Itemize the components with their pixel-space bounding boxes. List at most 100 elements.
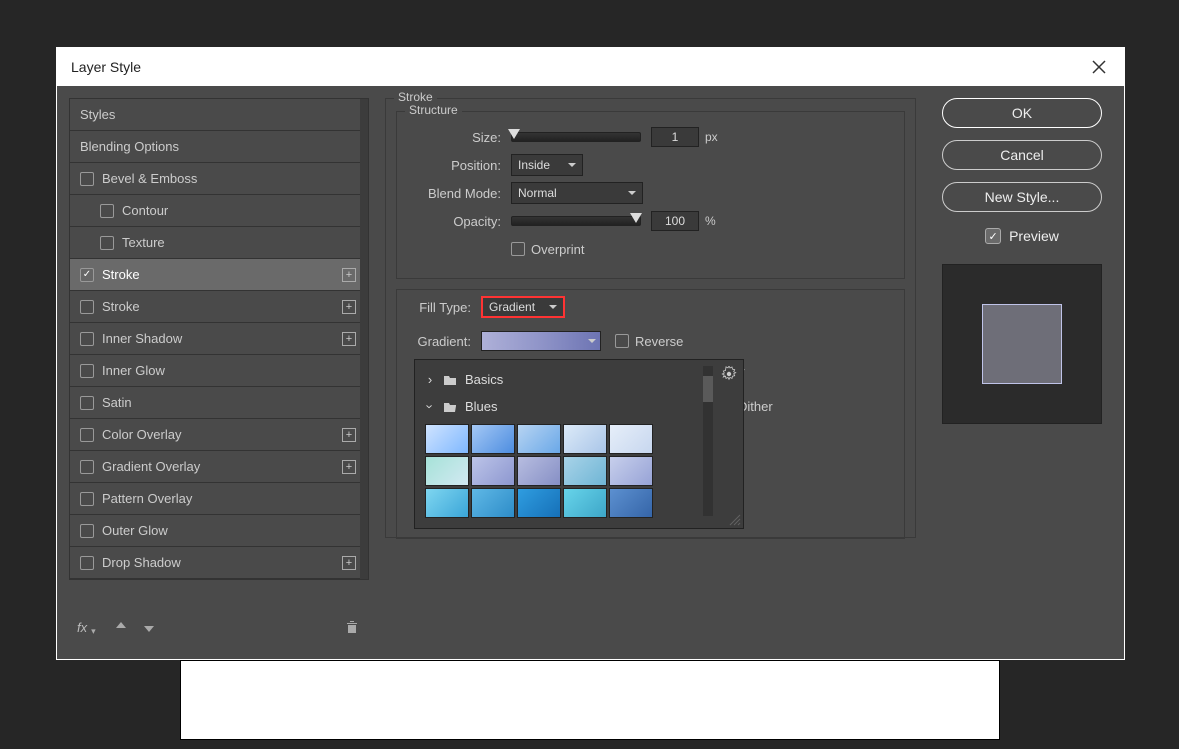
sidebar-item-color-overlay[interactable]: Color Overlay+: [70, 419, 368, 451]
checkbox[interactable]: [80, 268, 94, 282]
add-icon[interactable]: +: [342, 268, 356, 282]
sidebar-item-stroke[interactable]: Stroke+: [70, 259, 368, 291]
gradient-swatch[interactable]: [609, 488, 653, 518]
sidebar-item-pattern-overlay[interactable]: Pattern Overlay: [70, 483, 368, 515]
preview-toggle[interactable]: Preview: [985, 228, 1059, 244]
main-panel: Stroke Structure Size: px Position: Insi…: [385, 98, 916, 647]
preview-box: [942, 264, 1102, 424]
gradient-swatch[interactable]: [471, 456, 515, 486]
new-style-button[interactable]: New Style...: [942, 182, 1102, 212]
gradient-swatch[interactable]: [563, 424, 607, 454]
checkbox[interactable]: [615, 334, 629, 348]
close-icon: [1092, 60, 1106, 74]
sidebar-item-label: Inner Shadow: [102, 331, 182, 346]
blend-mode-select[interactable]: Normal: [511, 182, 643, 204]
checkbox[interactable]: [80, 172, 94, 186]
opacity-slider[interactable]: [511, 216, 641, 226]
gradient-swatch[interactable]: [609, 456, 653, 486]
move-down-button[interactable]: [140, 618, 158, 636]
gradient-swatch[interactable]: [471, 424, 515, 454]
delete-button[interactable]: [343, 618, 361, 636]
sidebar-item-label: Outer Glow: [102, 523, 168, 538]
size-label: Size:: [411, 130, 501, 145]
slider-thumb[interactable]: [630, 213, 642, 223]
position-label: Position:: [411, 158, 501, 173]
gradient-swatch[interactable]: [425, 456, 469, 486]
checkbox[interactable]: [80, 332, 94, 346]
ok-button[interactable]: OK: [942, 98, 1102, 128]
sidebar-item-contour[interactable]: Contour: [70, 195, 368, 227]
gradient-swatch[interactable]: [517, 424, 561, 454]
checkbox[interactable]: [100, 204, 114, 218]
sidebar-item-bevel-emboss[interactable]: Bevel & Emboss: [70, 163, 368, 195]
gradient-label: Gradient:: [403, 334, 471, 349]
checkbox[interactable]: [80, 428, 94, 442]
gradient-swatch[interactable]: [517, 488, 561, 518]
picker-settings-button[interactable]: [721, 366, 737, 387]
checkbox[interactable]: [80, 396, 94, 410]
overprint-checkbox[interactable]: Overprint: [511, 242, 584, 257]
sidebar-footer: fx ▾: [69, 607, 369, 647]
close-button[interactable]: [1088, 56, 1110, 78]
checkbox[interactable]: [985, 228, 1001, 244]
gradient-swatch-grid: [421, 420, 699, 522]
checkbox[interactable]: [511, 242, 525, 256]
sidebar-item-drop-shadow[interactable]: Drop Shadow +: [70, 547, 368, 579]
add-icon[interactable]: +: [342, 556, 356, 570]
sidebar-item-inner-shadow[interactable]: Inner Shadow +: [70, 323, 368, 355]
opacity-label: Opacity:: [411, 214, 501, 229]
checkbox[interactable]: [80, 524, 94, 538]
chevron-down-icon: ›: [423, 402, 438, 412]
sidebar-item-gradient-overlay[interactable]: Gradient Overlay+: [70, 451, 368, 483]
checkbox[interactable]: [100, 236, 114, 250]
sidebar-item-inner-glow[interactable]: Inner Glow: [70, 355, 368, 387]
position-select[interactable]: Inside: [511, 154, 583, 176]
size-slider[interactable]: [511, 132, 641, 142]
sidebar-item-label: Satin: [102, 395, 132, 410]
resize-grip[interactable]: [727, 512, 741, 526]
slider-thumb[interactable]: [508, 129, 520, 139]
fx-menu-button[interactable]: fx: [77, 620, 87, 635]
checkbox[interactable]: [80, 300, 94, 314]
gradient-swatch[interactable]: [517, 456, 561, 486]
fill-type-select[interactable]: Gradient: [481, 296, 565, 318]
gradient-swatch[interactable]: [425, 424, 469, 454]
sidebar-item-texture[interactable]: Texture: [70, 227, 368, 259]
checkbox[interactable]: [80, 492, 94, 506]
gradient-swatch[interactable]: [471, 488, 515, 518]
sidebar-item-stroke-2[interactable]: Stroke+: [70, 291, 368, 323]
fill-type-label: Fill Type:: [403, 300, 471, 315]
gradient-swatch[interactable]: [563, 456, 607, 486]
blend-mode-label: Blend Mode:: [411, 186, 501, 201]
checkbox[interactable]: [80, 556, 94, 570]
gradient-picker-button[interactable]: [481, 331, 601, 351]
picker-scrollbar[interactable]: [703, 366, 713, 516]
sidebar-item-styles[interactable]: Styles: [70, 99, 368, 131]
size-input[interactable]: [651, 127, 699, 147]
opacity-input[interactable]: [651, 211, 699, 231]
add-icon[interactable]: +: [342, 460, 356, 474]
sidebar-item-label: Drop Shadow: [102, 555, 181, 570]
gradient-swatch[interactable]: [563, 488, 607, 518]
add-icon[interactable]: +: [342, 300, 356, 314]
size-unit: px: [705, 130, 718, 144]
checkbox[interactable]: [80, 364, 94, 378]
group-label: Stroke: [394, 90, 437, 104]
reverse-checkbox[interactable]: Reverse: [615, 334, 683, 349]
folder-basics[interactable]: › Basics: [421, 366, 699, 393]
sidebar-item-satin[interactable]: Satin: [70, 387, 368, 419]
folder-blues[interactable]: › Blues: [421, 393, 699, 420]
gradient-swatch[interactable]: [609, 424, 653, 454]
styles-list: Styles Blending Options Bevel & Emboss C…: [69, 98, 369, 580]
checkbox[interactable]: [80, 460, 94, 474]
cancel-button[interactable]: Cancel: [942, 140, 1102, 170]
gradient-swatch[interactable]: [425, 488, 469, 518]
sidebar-item-label: Blending Options: [80, 139, 179, 154]
dialog-actions: OK Cancel New Style... Preview: [932, 98, 1112, 647]
scrollbar-thumb[interactable]: [703, 376, 713, 402]
add-icon[interactable]: +: [342, 428, 356, 442]
move-up-button[interactable]: [112, 618, 130, 636]
sidebar-item-blending-options[interactable]: Blending Options: [70, 131, 368, 163]
sidebar-item-outer-glow[interactable]: Outer Glow: [70, 515, 368, 547]
add-icon[interactable]: +: [342, 332, 356, 346]
